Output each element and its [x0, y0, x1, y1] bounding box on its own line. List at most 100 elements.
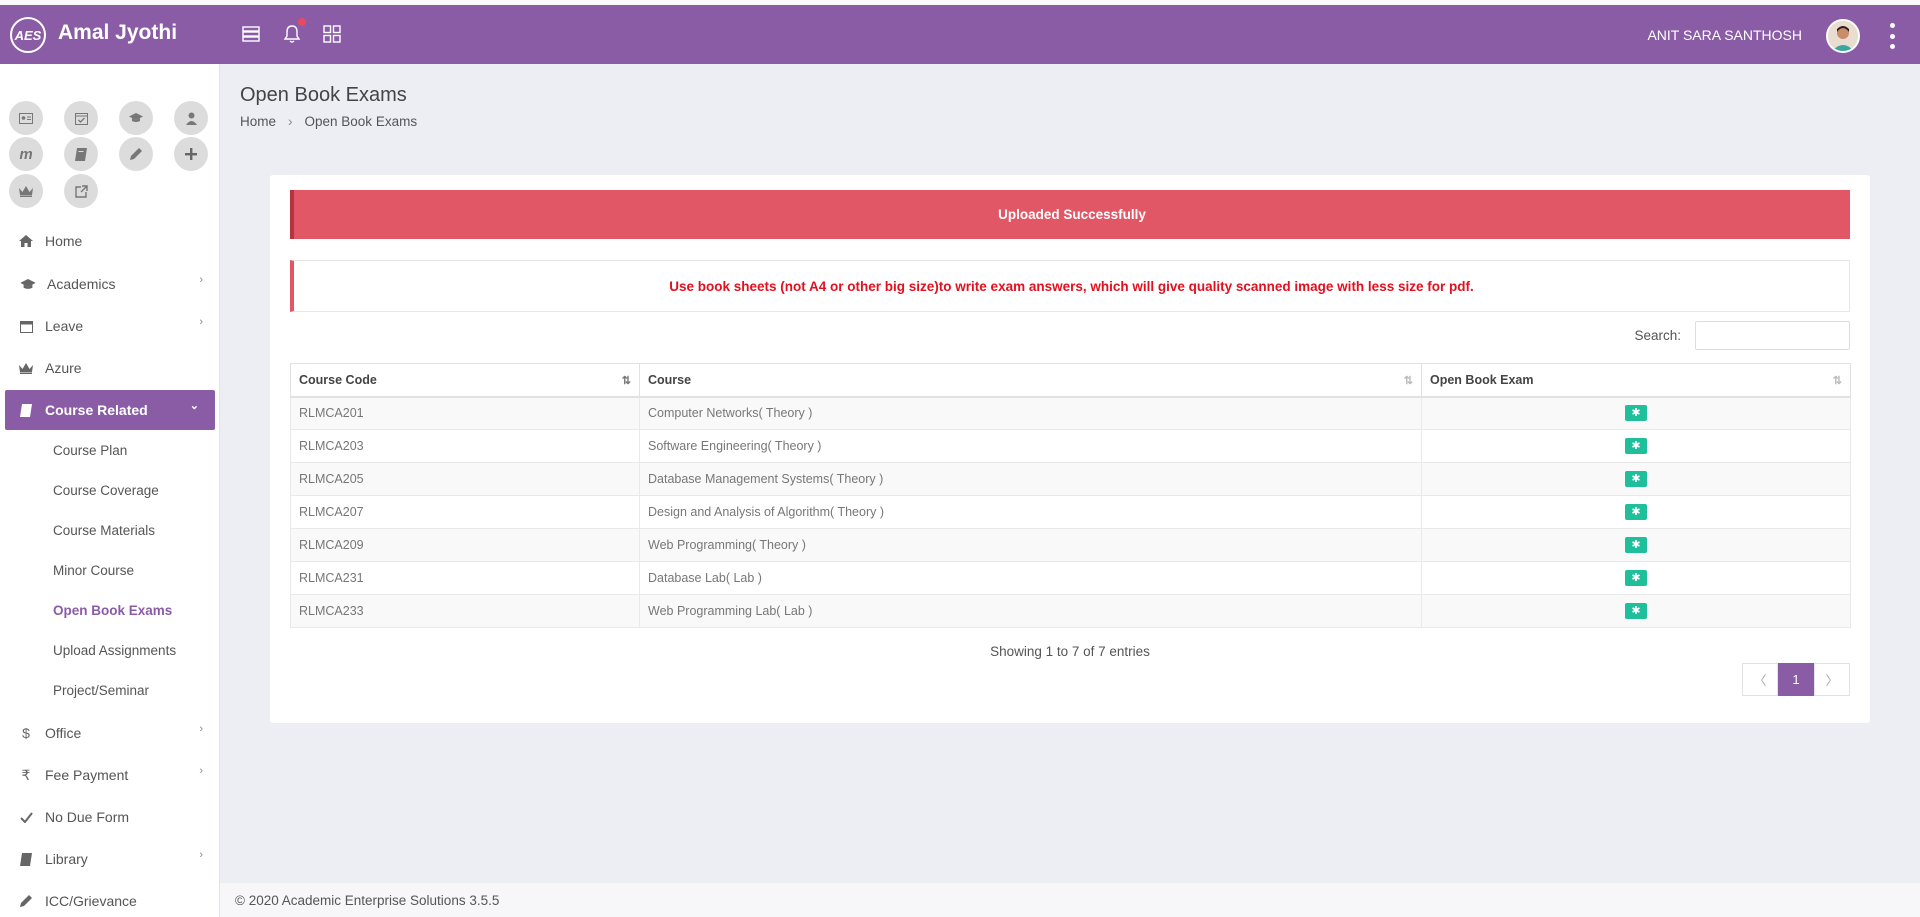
- column-label: Course Code: [299, 372, 377, 387]
- column-header-course[interactable]: Course ⇅: [639, 363, 1422, 398]
- search-input[interactable]: [1695, 321, 1850, 350]
- sidebar-item-label: Course Related: [45, 402, 148, 418]
- sidebar-item-academics[interactable]: Academics ›: [0, 264, 219, 304]
- sidebar-item-course-related[interactable]: Course Related ⌄: [5, 390, 215, 430]
- sidebar-item-no-due-form[interactable]: No Due Form: [0, 797, 219, 837]
- chevron-down-icon: ⌄: [189, 400, 199, 412]
- table-header-row: Course Code ⇅ Course ⇅ Open Book Exam ⇅: [290, 363, 1851, 398]
- course-name-cell: Database Lab( Lab ): [639, 561, 1422, 595]
- calendar-check-icon[interactable]: [64, 101, 98, 135]
- sidebar-item-office[interactable]: $ Office ›: [0, 713, 219, 753]
- sidebar-item-label: Library: [45, 851, 88, 867]
- sidebar-item-library[interactable]: Library ›: [0, 839, 219, 879]
- sidebar-subitem-minor-course[interactable]: Minor Course: [53, 563, 134, 578]
- chevron-right-icon: ›: [199, 316, 203, 328]
- book-icon: [17, 852, 35, 866]
- user-avatar[interactable]: [1826, 19, 1860, 53]
- dollar-icon: $: [22, 725, 30, 741]
- sidebar-item-fee-payment[interactable]: ₹ Fee Payment ›: [0, 755, 219, 795]
- pagination-prev-button[interactable]: 〈: [1742, 663, 1778, 696]
- sort-asc-icon[interactable]: ⇅: [622, 374, 631, 387]
- moodle-icon[interactable]: m: [9, 137, 43, 171]
- page-title: Open Book Exams: [240, 84, 407, 106]
- sidebar-item-home[interactable]: Home: [0, 221, 219, 261]
- search-label: Search:: [1634, 328, 1681, 343]
- pagination-next-button[interactable]: 〉: [1814, 663, 1850, 696]
- brand-name[interactable]: Amal Jyothi: [58, 21, 177, 45]
- breadcrumb-current: Open Book Exams: [304, 114, 418, 129]
- open-book-exam-button[interactable]: ✱: [1625, 438, 1647, 454]
- open-book-exam-button[interactable]: ✱: [1625, 405, 1647, 422]
- sidebar-subitem-course-coverage[interactable]: Course Coverage: [53, 483, 159, 498]
- open-book-exam-button[interactable]: ✱: [1625, 471, 1647, 487]
- list-view-icon[interactable]: [240, 23, 262, 45]
- chevron-right-icon: ›: [288, 114, 293, 129]
- sort-icon[interactable]: ⇅: [1833, 374, 1842, 387]
- top-header: AES Amal Jyothi ANIT SARA SANTHOSH: [0, 5, 1920, 64]
- apps-grid-icon[interactable]: [321, 23, 343, 45]
- open-book-exam-button[interactable]: ✱: [1625, 537, 1647, 553]
- instruction-notice: Use book sheets (not A4 or other big siz…: [290, 260, 1850, 312]
- plus-icon[interactable]: [174, 137, 208, 171]
- course-name-cell: Software Engineering( Theory ): [639, 429, 1422, 463]
- sidebar-item-label: No Due Form: [45, 809, 130, 825]
- graduation-cap-icon[interactable]: [119, 101, 153, 135]
- gear-icon: ✱: [1631, 506, 1641, 518]
- rupee-icon: ₹: [21, 766, 31, 783]
- breadcrumb: Home › Open Book Exams: [240, 114, 417, 129]
- course-code-cell: RLMCA201: [290, 396, 640, 430]
- sidebar: m Home Academics › Leave › Azure Course …: [0, 64, 220, 917]
- sidebar-item-label: Office: [45, 725, 82, 741]
- pencil-icon: [17, 895, 35, 907]
- notification-bell-icon[interactable]: [281, 18, 306, 45]
- sidebar-item-leave[interactable]: Leave ›: [0, 306, 219, 346]
- column-label: Course: [648, 372, 692, 387]
- id-card-icon[interactable]: [9, 101, 43, 135]
- table-row: RLMCA233 Web Programming Lab( Lab ) ✱: [290, 594, 1851, 628]
- column-header-course-code[interactable]: Course Code ⇅: [290, 363, 640, 398]
- breadcrumb-home[interactable]: Home: [240, 114, 276, 129]
- graduation-cap-icon: [19, 278, 37, 290]
- home-icon: [17, 235, 35, 247]
- footer: © 2020 Academic Enterprise Solutions 3.5…: [220, 883, 1920, 917]
- sidebar-subitem-course-plan[interactable]: Course Plan: [53, 443, 127, 458]
- course-code-cell: RLMCA233: [290, 594, 640, 628]
- sidebar-subitem-project-seminar[interactable]: Project/Seminar: [53, 683, 149, 698]
- gear-icon: ✱: [1631, 572, 1641, 584]
- chevron-right-icon: ›: [199, 765, 203, 777]
- open-book-exam-button[interactable]: ✱: [1625, 603, 1647, 619]
- user-tie-icon[interactable]: [174, 101, 208, 135]
- table-row: RLMCA203 Software Engineering( Theory ) …: [290, 429, 1851, 463]
- course-name-cell: Web Programming( Theory ): [639, 528, 1422, 562]
- sidebar-subitem-upload-assignments[interactable]: Upload Assignments: [53, 643, 176, 658]
- content-card: Uploaded Successfully Use book sheets (n…: [270, 175, 1870, 723]
- column-label: Open Book Exam: [1430, 372, 1534, 387]
- pagination-page-button[interactable]: 1: [1778, 663, 1814, 696]
- course-name-cell: Database Management Systems( Theory ): [639, 462, 1422, 496]
- crown-icon[interactable]: [9, 174, 43, 208]
- external-link-icon[interactable]: [64, 174, 98, 208]
- table-row: RLMCA209 Web Programming( Theory ) ✱: [290, 528, 1851, 562]
- gear-icon: ✱: [1631, 407, 1641, 420]
- user-name[interactable]: ANIT SARA SANTHOSH: [1647, 27, 1802, 43]
- more-menu-icon[interactable]: [1888, 23, 1896, 49]
- success-alert: Uploaded Successfully: [290, 190, 1850, 239]
- gear-icon: ✱: [1631, 440, 1641, 452]
- course-code-cell: RLMCA231: [290, 561, 640, 595]
- table-info: Showing 1 to 7 of 7 entries: [990, 644, 1150, 659]
- sidebar-item-azure[interactable]: Azure: [0, 348, 219, 388]
- check-icon: [17, 811, 35, 823]
- sidebar-subitem-course-materials[interactable]: Course Materials: [53, 523, 155, 538]
- aes-logo[interactable]: AES: [10, 17, 46, 53]
- open-book-exam-button[interactable]: ✱: [1625, 504, 1647, 520]
- book-icon[interactable]: [64, 137, 98, 171]
- sidebar-item-icc-grievance[interactable]: ICC/Grievance: [0, 881, 219, 917]
- sort-icon[interactable]: ⇅: [1404, 374, 1413, 387]
- pencil-icon[interactable]: [119, 137, 153, 171]
- sidebar-item-label: Home: [45, 233, 83, 249]
- column-header-open-book-exam[interactable]: Open Book Exam ⇅: [1421, 363, 1851, 398]
- open-book-exam-button[interactable]: ✱: [1625, 570, 1647, 586]
- gear-icon: ✱: [1631, 473, 1641, 485]
- sidebar-subitem-open-book-exams[interactable]: Open Book Exams: [53, 603, 172, 618]
- sidebar-item-label: ICC/Grievance: [45, 893, 137, 909]
